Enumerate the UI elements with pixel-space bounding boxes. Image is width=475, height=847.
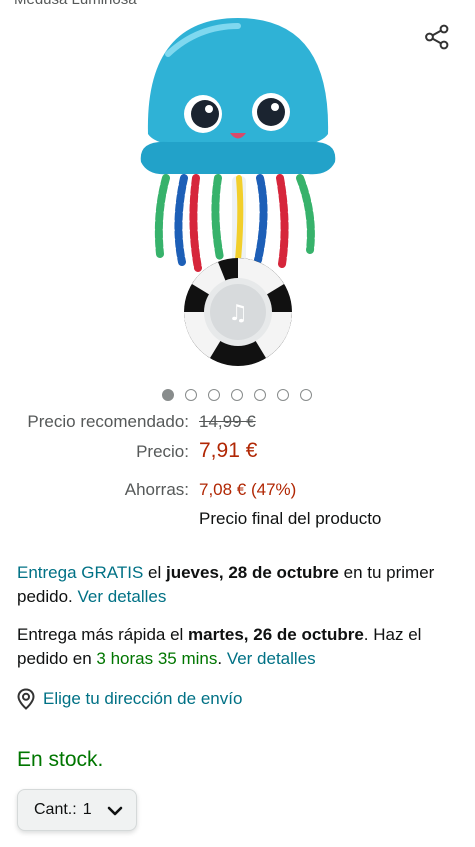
free-delivery-date: jueves, 28 de octubre (165, 563, 339, 582)
recommended-price-value: 14,99 € (199, 412, 256, 431)
fast-delivery-date: martes, 26 de octubre (188, 625, 364, 644)
price-value: 7,91 € (199, 439, 258, 462)
free-delivery-text: el (143, 563, 166, 582)
fast-delivery-prefix: Entrega más rápida el (17, 625, 189, 644)
carousel-dot[interactable] (185, 389, 197, 401)
savings-row: Ahorras: 7,08 € (47%) (0, 480, 475, 508)
price-row: Precio: 7,91 € (0, 439, 475, 470)
recommended-price-row: Precio recomendado: 14,99 € (0, 412, 475, 440)
quantity-dropdown[interactable]: Cant.: 1 (17, 789, 137, 831)
carousel-dot[interactable] (231, 389, 243, 401)
location-pin-icon (17, 688, 35, 710)
svg-text:♫: ♫ (228, 301, 248, 326)
fast-delivery-message: Entrega más rápida el martes, 26 de octu… (17, 623, 467, 671)
savings-value: 7,08 € (47%) (199, 480, 297, 499)
page-title: Medusa Luminosa (14, 0, 137, 8)
choose-address-link[interactable]: Elige tu dirección de envío (17, 688, 242, 710)
fast-delivery-details-link[interactable]: Ver detalles (227, 649, 316, 668)
order-countdown: 3 horas 35 mins (96, 649, 218, 668)
free-delivery-details-link[interactable]: Ver detalles (78, 587, 167, 606)
quantity-value: 1 (82, 801, 92, 818)
choose-address-label: Elige tu dirección de envío (43, 689, 243, 708)
product-image[interactable]: ♫ (138, 14, 338, 366)
carousel-dot[interactable] (162, 389, 174, 401)
final-price-note: Precio final del producto (199, 509, 382, 528)
fast-delivery-dot: . (217, 649, 227, 668)
free-delivery-link[interactable]: Entrega GRATIS (17, 563, 143, 582)
share-button[interactable] (422, 22, 452, 52)
carousel-dot[interactable] (277, 389, 289, 401)
carousel-dot[interactable] (208, 389, 220, 401)
share-icon (425, 24, 449, 50)
carousel-dot[interactable] (254, 389, 266, 401)
recommended-price-label: Precio recomendado: (27, 412, 189, 431)
image-carousel-dots (162, 389, 312, 401)
chevron-down-icon (107, 806, 123, 816)
free-delivery-message: Entrega GRATIS el jueves, 28 de octubre … (17, 561, 467, 609)
carousel-dot[interactable] (300, 389, 312, 401)
savings-label: Ahorras: (124, 480, 189, 499)
price-label: Precio: (136, 442, 189, 461)
stock-status: En stock. (17, 748, 104, 771)
quantity-label: Cant.: (34, 801, 77, 818)
